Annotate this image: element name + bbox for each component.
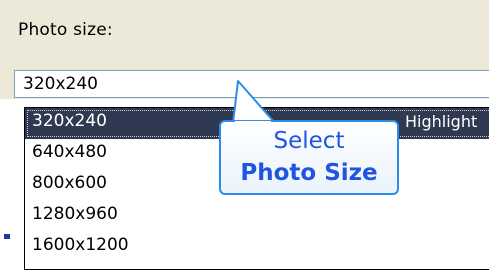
option-label: 800x600	[32, 173, 107, 193]
option-label: 1280x960	[32, 204, 118, 224]
photo-size-label: Photo size:	[18, 20, 113, 40]
highlight-text: Highlight	[405, 112, 478, 131]
option-label: 640x480	[32, 142, 107, 162]
option-label: 1600x1200	[32, 235, 129, 255]
photo-size-select-value: 320x240	[23, 74, 98, 94]
callout-tail-cover	[235, 121, 271, 129]
option-1280x960[interactable]: 1280x960	[25, 201, 489, 232]
option-label: 320x240	[32, 111, 107, 131]
option-1600x1200[interactable]: 1600x1200	[25, 232, 489, 263]
callout-line-2: Photo Size	[240, 160, 378, 186]
left-edge-mark	[4, 234, 10, 239]
